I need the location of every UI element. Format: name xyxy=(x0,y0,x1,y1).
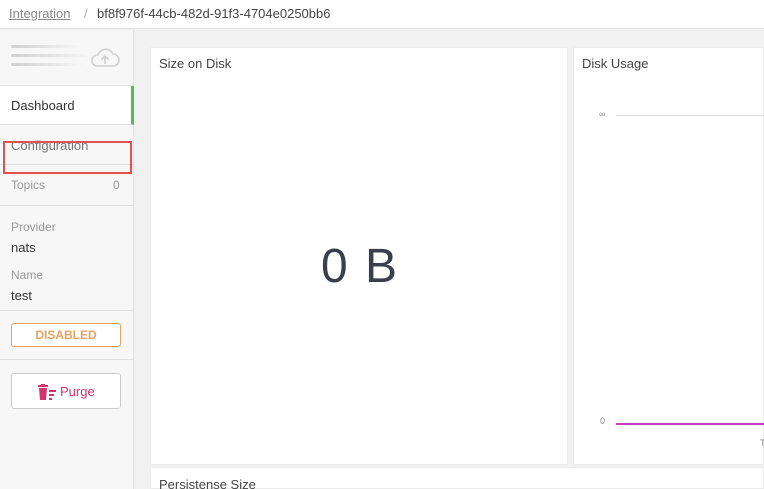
size-on-disk-card: Size on Disk 0 B xyxy=(150,47,568,465)
sidebar: Dashboard Configuration Topics 0 Provide… xyxy=(0,30,134,489)
purge-button[interactable]: Purge xyxy=(11,373,121,409)
topics-count: 0 xyxy=(113,178,120,192)
disk-usage-series-line xyxy=(616,423,764,425)
persistence-size-title: Persistense Size xyxy=(159,477,256,489)
status-badge[interactable]: DISABLED xyxy=(11,323,121,347)
grid-line-top xyxy=(616,115,764,116)
topics-label: Topics xyxy=(11,178,46,192)
provider-label: Provider xyxy=(11,220,56,234)
name-label: Name xyxy=(11,268,44,282)
divider xyxy=(0,359,133,360)
nav-dashboard[interactable]: Dashboard xyxy=(0,86,134,125)
disk-usage-card: Disk Usage ∞ 0 T xyxy=(573,47,764,465)
divider xyxy=(0,310,133,311)
y-tick-bottom: 0 xyxy=(600,416,606,426)
logo-line-3 xyxy=(11,63,85,66)
logo-line-1 xyxy=(11,45,81,48)
provider-logo xyxy=(0,30,133,86)
name-value: test xyxy=(11,288,32,303)
persistence-size-card: Persistense Size xyxy=(150,467,764,489)
trash-icon xyxy=(38,384,56,400)
breadcrumb-current: bf8f976f-44cb-482d-91f3-4704e0250bb6 xyxy=(97,6,331,21)
provider-value: nats xyxy=(11,240,36,255)
y-tick-top: ∞ xyxy=(599,109,606,119)
cloud-upload-icon xyxy=(91,48,120,67)
breadcrumb: Integration / bf8f976f-44cb-482d-91f3-47… xyxy=(0,0,764,29)
x-tick-partial: T xyxy=(760,438,764,448)
size-on-disk-title: Size on Disk xyxy=(159,56,232,71)
breadcrumb-integration-link[interactable]: Integration xyxy=(9,6,70,21)
breadcrumb-separator: / xyxy=(84,6,88,21)
size-on-disk-value: 0 B xyxy=(320,240,400,293)
logo-line-2 xyxy=(11,54,91,57)
topics-highlight-box xyxy=(3,141,132,174)
purge-label: Purge xyxy=(60,384,95,399)
disk-usage-title: Disk Usage xyxy=(582,56,649,71)
